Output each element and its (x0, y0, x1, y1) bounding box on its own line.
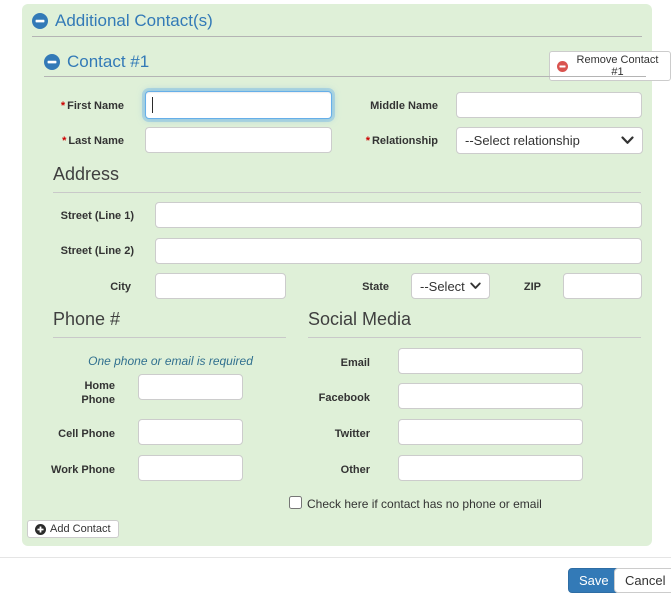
no-phone-or-email-checkbox[interactable] (289, 496, 302, 509)
home-phone-label: Home Phone (71, 379, 115, 407)
required-asterisk: * (62, 135, 66, 147)
address-heading: Address (53, 164, 119, 185)
required-asterisk: * (366, 135, 370, 147)
social-media-heading: Social Media (308, 309, 411, 330)
zip-input[interactable] (563, 273, 642, 299)
additional-contacts-header[interactable]: Additional Contact(s) (32, 11, 213, 31)
zip-label: ZIP (496, 280, 541, 294)
street2-input[interactable] (155, 238, 642, 264)
contact-1-title: Contact #1 (67, 52, 149, 72)
additional-contacts-page: Additional Contact(s) Contact #1 Remove … (0, 0, 671, 603)
phone-email-required-hint: One phone or email is required (53, 354, 288, 368)
twitter-label: Twitter (290, 427, 370, 441)
add-contact-button[interactable]: Add Contact (27, 520, 119, 538)
email-input[interactable] (398, 348, 583, 374)
additional-contacts-title: Additional Contact(s) (55, 11, 213, 31)
cell-phone-input[interactable] (138, 419, 243, 445)
email-label: Email (290, 356, 370, 370)
first-name-input[interactable] (145, 91, 332, 119)
remove-minus-circle-icon (557, 61, 568, 72)
work-phone-input[interactable] (138, 455, 243, 481)
cell-phone-label: Cell Phone (40, 427, 115, 441)
contact-1-header[interactable]: Contact #1 (44, 52, 149, 72)
phone-divider (53, 337, 286, 338)
add-contact-label: Add Contact (50, 523, 111, 535)
phone-heading: Phone # (53, 309, 120, 330)
first-name-label: *First Name (30, 99, 124, 113)
social-divider (308, 337, 641, 338)
required-asterisk: * (61, 100, 65, 112)
city-input[interactable] (155, 273, 286, 299)
facebook-input[interactable] (398, 383, 583, 409)
street1-label: Street (Line 1) (30, 209, 134, 223)
text-cursor (152, 97, 153, 113)
plus-circle-icon (35, 524, 46, 535)
collapse-minus-circle-icon[interactable] (44, 54, 60, 70)
other-input[interactable] (398, 455, 583, 481)
relationship-select[interactable]: --Select relationship (456, 127, 643, 154)
work-phone-label: Work Phone (40, 463, 115, 477)
middle-name-input[interactable] (456, 92, 642, 118)
middle-name-label: Middle Name (344, 99, 438, 113)
cancel-button[interactable]: Cancel (614, 568, 671, 593)
relationship-label: *Relationship (344, 134, 438, 148)
last-name-label: *Last Name (30, 134, 124, 148)
home-phone-input[interactable] (138, 374, 243, 400)
last-name-input[interactable] (145, 127, 332, 153)
footer-divider (0, 557, 671, 558)
street1-input[interactable] (155, 202, 642, 228)
state-label: State (330, 280, 389, 294)
city-label: City (61, 280, 131, 294)
collapse-minus-circle-icon[interactable] (32, 13, 48, 29)
remove-contact-label: Remove Contact #1 (572, 54, 663, 78)
facebook-label: Facebook (290, 391, 370, 405)
no-phone-or-email-label: Check here if contact has no phone or em… (307, 497, 542, 511)
save-button[interactable]: Save (568, 568, 620, 593)
state-select[interactable]: --Select (411, 273, 490, 299)
header-divider (32, 36, 642, 37)
twitter-input[interactable] (398, 419, 583, 445)
chevron-down-icon (621, 136, 634, 145)
other-label: Other (290, 463, 370, 477)
chevron-down-icon (470, 282, 481, 290)
relationship-selected-value: --Select relationship (465, 133, 580, 148)
street2-label: Street (Line 2) (30, 244, 134, 258)
contact-divider (44, 76, 646, 77)
address-divider (53, 192, 641, 193)
state-selected-value: --Select (420, 279, 465, 294)
